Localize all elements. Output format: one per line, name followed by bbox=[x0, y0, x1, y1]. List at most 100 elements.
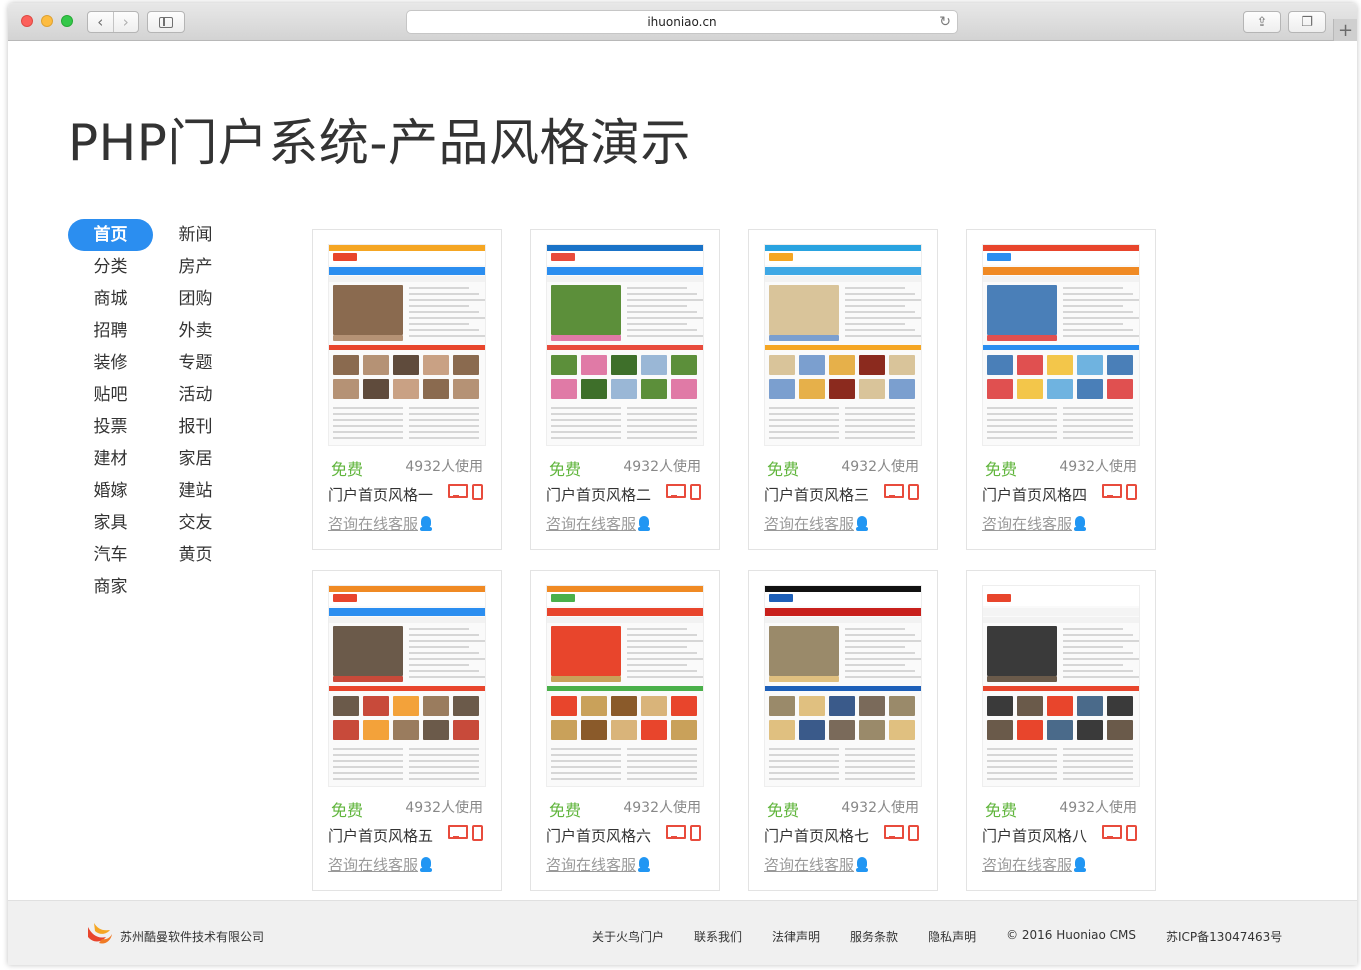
consult-label: 咨询在线客服 bbox=[764, 515, 855, 533]
footer-link[interactable]: 关于火鸟门户 bbox=[592, 928, 664, 945]
style-name[interactable]: 门户首页风格二 bbox=[546, 484, 651, 505]
style-name[interactable]: 门户首页风格七 bbox=[764, 825, 869, 846]
footer: 苏州酷曼软件技术有限公司 关于火鸟门户 联系我们 法律声明 服务条款 隐私声明 © 201… bbox=[8, 900, 1357, 965]
style-card[interactable]: 免费 4932人使用 门户首页风格一 咨询在线客服 bbox=[312, 229, 502, 550]
consult-link[interactable]: 咨询在线客服 bbox=[546, 513, 651, 534]
reload-icon[interactable]: ↻ bbox=[939, 14, 951, 30]
desktop-icon[interactable] bbox=[884, 484, 904, 498]
forward-icon[interactable]: › bbox=[112, 12, 139, 32]
style-preview-image[interactable] bbox=[982, 585, 1140, 787]
style-name[interactable]: 门户首页风格六 bbox=[546, 825, 651, 846]
style-name[interactable]: 门户首页风格一 bbox=[328, 484, 433, 505]
consult-link[interactable]: 咨询在线客服 bbox=[764, 854, 869, 875]
minimize-window-button[interactable] bbox=[41, 15, 53, 27]
category-item[interactable]: 家居 bbox=[153, 443, 238, 475]
tab-overview-button[interactable]: ❐ bbox=[1288, 11, 1326, 33]
desktop-icon[interactable] bbox=[666, 825, 686, 839]
style-card[interactable]: 免费 4932人使用 门户首页风格六 咨询在线客服 bbox=[530, 570, 720, 891]
mobile-icon[interactable] bbox=[908, 825, 919, 841]
category-item[interactable]: 汽车 bbox=[68, 539, 153, 571]
category-item[interactable]: 投票 bbox=[68, 411, 153, 443]
consult-link[interactable]: 咨询在线客服 bbox=[982, 513, 1087, 534]
consult-link[interactable]: 咨询在线客服 bbox=[328, 513, 433, 534]
category-item[interactable]: 团购 bbox=[153, 283, 238, 315]
new-tab-button[interactable]: + bbox=[1333, 19, 1357, 41]
mobile-icon[interactable] bbox=[472, 825, 483, 841]
style-card[interactable]: 免费 4932人使用 门户首页风格二 咨询在线客服 bbox=[530, 229, 720, 550]
footer-link[interactable]: 联系我们 bbox=[694, 928, 742, 945]
category-item[interactable]: 商家 bbox=[68, 571, 153, 603]
mobile-icon[interactable] bbox=[908, 484, 919, 500]
category-item[interactable]: 婚嫁 bbox=[68, 475, 153, 507]
category-item[interactable]: 首页 bbox=[68, 219, 153, 251]
style-name[interactable]: 门户首页风格八 bbox=[982, 825, 1087, 846]
style-card[interactable]: 免费 4932人使用 门户首页风格四 咨询在线客服 bbox=[966, 229, 1156, 550]
footer-link[interactable]: © 2016 Huoniao CMS bbox=[1006, 928, 1136, 945]
desktop-icon[interactable] bbox=[448, 484, 468, 498]
category-item[interactable]: 专题 bbox=[153, 347, 238, 379]
style-name[interactable]: 门户首页风格三 bbox=[764, 484, 869, 505]
address-bar[interactable]: ihuoniao.cn ↻ bbox=[406, 10, 958, 34]
device-icons bbox=[1102, 484, 1137, 500]
category-item[interactable]: 外卖 bbox=[153, 315, 238, 347]
style-name[interactable]: 门户首页风格四 bbox=[982, 484, 1087, 505]
desktop-icon[interactable] bbox=[884, 825, 904, 839]
category-item[interactable]: 报刊 bbox=[153, 411, 238, 443]
sidebar-toggle-button[interactable] bbox=[147, 11, 185, 33]
desktop-icon[interactable] bbox=[1102, 484, 1122, 498]
back-icon[interactable]: ‹ bbox=[88, 12, 113, 32]
style-card[interactable]: 免费 4932人使用 门户首页风格五 咨询在线客服 bbox=[312, 570, 502, 891]
style-preview-image[interactable] bbox=[764, 585, 922, 787]
free-label: 免费 bbox=[767, 801, 800, 820]
history-nav: ‹ › bbox=[87, 11, 139, 33]
footer-link[interactable]: 服务条款 bbox=[850, 928, 898, 945]
mobile-icon[interactable] bbox=[472, 484, 483, 500]
maximize-window-button[interactable] bbox=[61, 15, 73, 27]
category-item[interactable]: 活动 bbox=[153, 379, 238, 411]
style-card[interactable]: 免费 4932人使用 门户首页风格三 咨询在线客服 bbox=[748, 229, 938, 550]
desktop-icon[interactable] bbox=[1102, 825, 1122, 839]
mobile-icon[interactable] bbox=[1126, 484, 1137, 500]
footer-link[interactable]: 隐私声明 bbox=[928, 928, 976, 945]
device-icons bbox=[666, 825, 701, 841]
mobile-icon[interactable] bbox=[1126, 825, 1137, 841]
consult-link[interactable]: 咨询在线客服 bbox=[982, 854, 1087, 875]
desktop-icon[interactable] bbox=[666, 484, 686, 498]
mobile-icon[interactable] bbox=[690, 825, 701, 841]
style-card[interactable]: 免费 4932人使用 门户首页风格七 咨询在线客服 bbox=[748, 570, 938, 891]
category-item[interactable]: 商城 bbox=[68, 283, 153, 315]
style-preview-image[interactable] bbox=[546, 244, 704, 446]
footer-link[interactable]: 苏ICP备13047463号 bbox=[1166, 928, 1282, 945]
category-item[interactable]: 新闻 bbox=[153, 219, 238, 251]
category-item[interactable]: 分类 bbox=[68, 251, 153, 283]
footer-link[interactable]: 法律声明 bbox=[772, 928, 820, 945]
category-item[interactable]: 交友 bbox=[153, 507, 238, 539]
mobile-icon[interactable] bbox=[690, 484, 701, 500]
desktop-icon[interactable] bbox=[448, 825, 468, 839]
share-button[interactable]: ⇪ bbox=[1243, 11, 1281, 33]
free-label: 免费 bbox=[549, 460, 582, 479]
style-name[interactable]: 门户首页风格五 bbox=[328, 825, 433, 846]
style-preview-image[interactable] bbox=[982, 244, 1140, 446]
consult-link[interactable]: 咨询在线客服 bbox=[328, 854, 433, 875]
consult-link[interactable]: 咨询在线客服 bbox=[546, 854, 651, 875]
category-item[interactable]: 房产 bbox=[153, 251, 238, 283]
consult-link[interactable]: 咨询在线客服 bbox=[764, 513, 869, 534]
style-preview-image[interactable] bbox=[764, 244, 922, 446]
usage-count: 4932人使用 bbox=[405, 800, 483, 816]
category-item[interactable]: 装修 bbox=[68, 347, 153, 379]
category-item[interactable]: 贴吧 bbox=[68, 379, 153, 411]
category-item[interactable]: 家具 bbox=[68, 507, 153, 539]
style-preview-image[interactable] bbox=[328, 244, 486, 446]
style-preview-image[interactable] bbox=[328, 585, 486, 787]
close-window-button[interactable] bbox=[21, 15, 33, 27]
category-item[interactable]: 建材 bbox=[68, 443, 153, 475]
category-item[interactable]: 建站 bbox=[153, 475, 238, 507]
category-item[interactable]: 招聘 bbox=[68, 315, 153, 347]
style-card[interactable]: 免费 4932人使用 门户首页风格八 咨询在线客服 bbox=[966, 570, 1156, 891]
category-item[interactable]: 黄页 bbox=[153, 539, 238, 571]
qq-icon bbox=[1074, 516, 1087, 531]
style-preview-image[interactable] bbox=[546, 585, 704, 787]
device-icons bbox=[1102, 825, 1137, 841]
consult-label: 咨询在线客服 bbox=[328, 856, 419, 874]
